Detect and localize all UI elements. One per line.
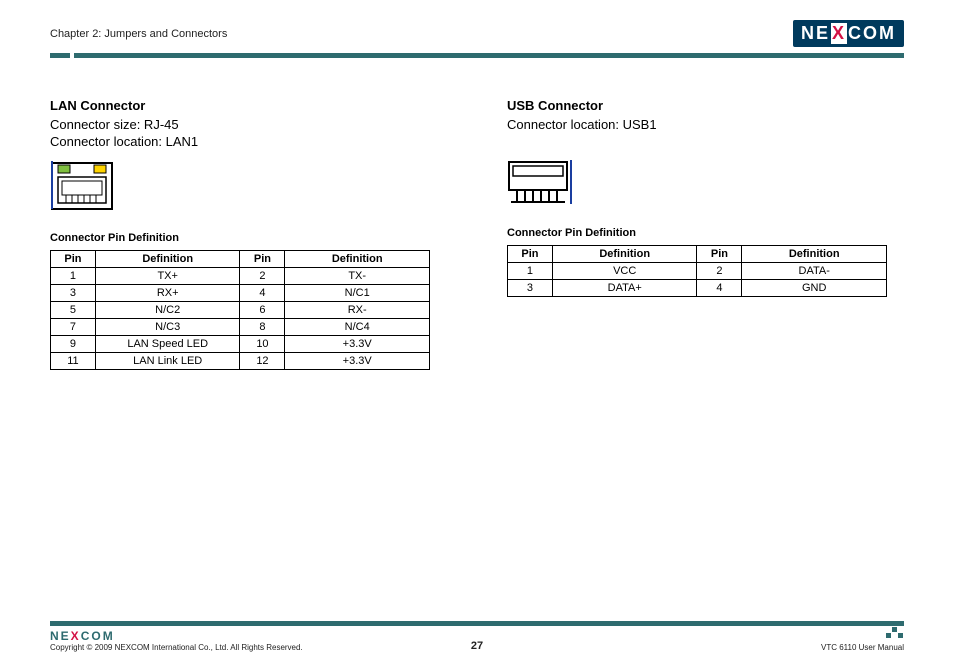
copyright-text: Copyright © 2009 NEXCOM International Co… bbox=[50, 643, 303, 652]
usb-connector-section: USB Connector Connector location: USB1 C… bbox=[507, 98, 904, 370]
table-row: 1VCC2DATA- bbox=[508, 263, 887, 280]
table-row: 7N/C38N/C4 bbox=[51, 319, 430, 336]
lan-table-title: Connector Pin Definition bbox=[50, 232, 447, 244]
table-row: 5N/C26RX- bbox=[51, 302, 430, 319]
footer-left: NEXCOM Copyright © 2009 NEXCOM Internati… bbox=[50, 629, 350, 652]
usb-diagram bbox=[507, 160, 904, 211]
usb-pin-table: Pin Definition Pin Definition 1VCC2DATA-… bbox=[507, 245, 887, 297]
table-row: 9LAN Speed LED10+3.3V bbox=[51, 336, 430, 353]
chapter-title: Chapter 2: Jumpers and Connectors bbox=[50, 28, 227, 40]
lan-location: Connector location: LAN1 bbox=[50, 134, 447, 149]
footer-logo: NEXCOM bbox=[50, 629, 115, 643]
page-number: 27 bbox=[350, 640, 604, 652]
lan-pin-table: Pin Definition Pin Definition 1TX+2TX- 3… bbox=[50, 250, 430, 370]
usb-title: USB Connector bbox=[507, 98, 904, 113]
usb-location: Connector location: USB1 bbox=[507, 117, 904, 132]
content-area: LAN Connector Connector size: RJ-45 Conn… bbox=[50, 98, 904, 370]
table-row: 3RX+4N/C1 bbox=[51, 285, 430, 302]
table-row: 11LAN Link LED12+3.3V bbox=[51, 353, 430, 370]
page-footer: NEXCOM Copyright © 2009 NEXCOM Internati… bbox=[50, 621, 904, 652]
header-rule bbox=[50, 53, 904, 58]
footer-rule bbox=[50, 621, 904, 626]
doc-name: VTC 6110 User Manual bbox=[604, 643, 904, 652]
table-header-row: Pin Definition Pin Definition bbox=[51, 251, 430, 268]
lan-connector-section: LAN Connector Connector size: RJ-45 Conn… bbox=[50, 98, 447, 370]
page-header: Chapter 2: Jumpers and Connectors NEXCOM bbox=[50, 20, 904, 49]
lan-size: Connector size: RJ-45 bbox=[50, 117, 447, 132]
brand-logo: NEXCOM bbox=[793, 20, 904, 47]
usb-table-title: Connector Pin Definition bbox=[507, 227, 904, 239]
table-header-row: Pin Definition Pin Definition bbox=[508, 246, 887, 263]
lan-title: LAN Connector bbox=[50, 98, 447, 113]
table-row: 3DATA+4GND bbox=[508, 280, 887, 297]
lan-diagram bbox=[50, 159, 447, 216]
table-row: 1TX+2TX- bbox=[51, 268, 430, 285]
